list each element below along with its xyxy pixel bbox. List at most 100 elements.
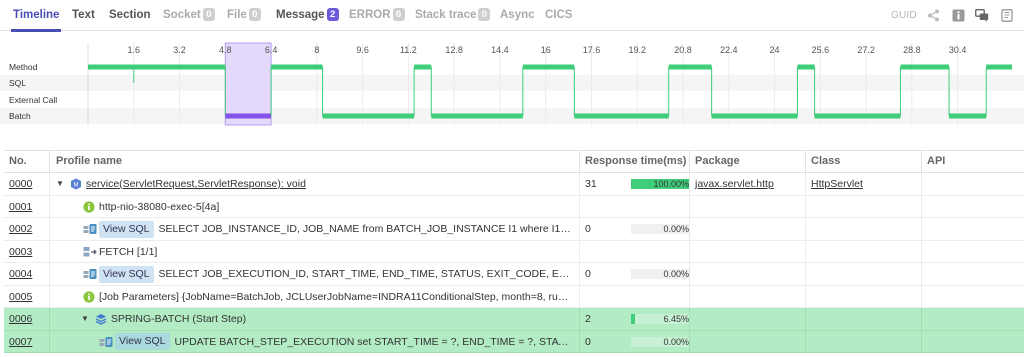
- row-number-link[interactable]: 0003: [9, 246, 32, 258]
- row-number-link[interactable]: 0001: [9, 201, 32, 213]
- column-header-api[interactable]: API: [922, 151, 1024, 172]
- profile-name-content: View SQL UPDATE BATCH_STEP_EXECUTION set …: [99, 331, 571, 353]
- tab-label: Message: [276, 9, 325, 21]
- tab-cics[interactable]: CICS: [545, 0, 572, 31]
- profile-name-text: SELECT JOB_INSTANCE_ID, JOB_NAME from BA…: [158, 223, 572, 235]
- table-row[interactable]: 0000 ▼ Mservice(ServletRequest,ServletResp…: [4, 173, 1024, 196]
- response-time-value: 0: [585, 268, 591, 280]
- timeline-row-label: Method: [9, 62, 38, 72]
- tab-label: Stack trace: [415, 9, 477, 21]
- response-time-value: 0: [585, 335, 591, 348]
- table-row[interactable]: 0007 View SQL UPDATE BATCH_STEP_EXECUTION …: [4, 330, 1024, 353]
- column-header-response-time[interactable]: Response time(ms): [580, 151, 690, 172]
- row-number-link[interactable]: 0006: [9, 313, 32, 325]
- column-header-package[interactable]: Package: [690, 151, 806, 172]
- tab-text[interactable]: Text: [72, 0, 95, 31]
- view-sql-button[interactable]: View SQL: [115, 333, 170, 350]
- tab-timeline[interactable]: Timeline: [10, 0, 62, 32]
- response-time-cell: [580, 285, 690, 308]
- timeline-tick-label: 28.8: [903, 45, 921, 55]
- api-cell: [922, 286, 1024, 308]
- row-number-link[interactable]: 0000: [9, 178, 32, 190]
- profile-name-text: [Job Parameters] {JobName=BatchJob, JCLU…: [99, 290, 571, 303]
- timeline-selection[interactable]: [224, 42, 272, 126]
- profile-name-text: http-nio-38080-exec-5[4a]: [99, 200, 220, 213]
- table-row[interactable]: 0005 [Job Parameters] {JobName=BatchJob, …: [4, 285, 1024, 308]
- row-number-cell: 0007: [4, 330, 50, 353]
- response-time-bar: 0.00%: [631, 336, 689, 347]
- package-link[interactable]: javax.servlet.http: [695, 178, 774, 190]
- timeline-row-label: SQL: [9, 78, 26, 88]
- column-header-no[interactable]: No.: [4, 151, 50, 172]
- api-cell: [922, 173, 1024, 195]
- timeline-tick-label: 17.6: [583, 45, 601, 55]
- table-row[interactable]: 0004 View SQL SELECT JOB_EXECUTION_ID, STA…: [4, 263, 1024, 286]
- share-icon[interactable]: [927, 9, 940, 22]
- timeline-row-label: External Call: [9, 95, 57, 105]
- response-time-cell: 0 0.00%: [580, 263, 690, 285]
- fetch-icon: [83, 246, 97, 258]
- row-number-link[interactable]: 0002: [9, 223, 32, 235]
- table-row[interactable]: 0001 http-nio-38080-exec-5[4a]: [4, 195, 1024, 218]
- api-cell: [922, 263, 1024, 285]
- timeline-tick-label: 30.4: [949, 45, 967, 55]
- tab-section[interactable]: Section: [109, 0, 151, 31]
- api-cell: [922, 218, 1024, 240]
- tab-file[interactable]: File 0: [227, 0, 261, 31]
- tab-async[interactable]: Async: [500, 0, 535, 31]
- response-time-bar: 100.00%: [631, 179, 689, 189]
- timeline-tick-label: 11.2: [400, 45, 417, 55]
- response-time-bar: 6.45%: [631, 314, 689, 324]
- profile-name-cell: http-nio-38080-exec-5[4a]: [50, 195, 580, 218]
- api-cell: [922, 196, 1024, 218]
- comments-icon[interactable]: [974, 8, 989, 22]
- timeline-canvas[interactable]: 1.6 3.2 4.8 6.4 8 9.6 11.2 12.8 14.4 16 17.6 19.2 20…: [0, 31, 1024, 128]
- timeline-tick-label: 6.4: [265, 45, 278, 55]
- response-time-bar-fill: [631, 314, 635, 324]
- profile-name-content: ▼ SPRING-BATCH (Start Step): [81, 308, 571, 330]
- tab-label: File: [227, 9, 247, 21]
- guid-button[interactable]: GUID: [891, 0, 917, 31]
- timeline-chart[interactable]: 1.6 3.2 4.8 6.4 8 9.6 11.2 12.8 14.4 16 17.6 19.2 20…: [0, 31, 1024, 128]
- response-time-bar: 0.00%: [631, 224, 689, 234]
- info-icon: [83, 200, 95, 213]
- expand-caret[interactable]: ▼: [56, 173, 64, 195]
- row-number-link[interactable]: 0004: [9, 268, 32, 280]
- tab-socket[interactable]: Socket 0: [163, 0, 215, 31]
- class-cell: [806, 308, 922, 330]
- timeline-tick-label: 25.6: [812, 45, 830, 55]
- package-cell: [690, 308, 806, 330]
- row-number-link[interactable]: 0005: [9, 291, 32, 303]
- expand-caret[interactable]: ▼: [81, 308, 89, 330]
- class-cell: [806, 330, 922, 353]
- timeline-row-label: Batch: [9, 111, 31, 121]
- timeline-tick-label: 27.2: [857, 45, 875, 55]
- table-row[interactable]: 0002 View SQL SELECT JOB_INSTANCE_ID, JOB_…: [4, 218, 1024, 241]
- row-number-cell: 0005: [4, 285, 50, 308]
- table-row[interactable]: 0006 ▼ SPRING-BATCH (Start Step) 2 6.45%: [4, 308, 1024, 331]
- sql-icon: [83, 268, 97, 280]
- row-number-cell: 0006: [4, 308, 50, 330]
- profile-name-content: ▼ Mservice(ServletRequest,ServletResponse…: [56, 173, 571, 195]
- view-sql-button[interactable]: View SQL: [99, 265, 154, 283]
- response-time-cell: 31 100.00%: [580, 173, 690, 195]
- class-cell: [806, 195, 922, 218]
- view-sql-button[interactable]: View SQL: [99, 220, 154, 238]
- response-time-value: 0: [585, 223, 591, 235]
- column-header-class[interactable]: Class: [806, 151, 922, 172]
- profile-name-text[interactable]: service(ServletRequest,ServletResponse):…: [86, 173, 306, 195]
- table-row[interactable]: 0003 FETCH [1/1]: [4, 240, 1024, 263]
- tab-stack-trace[interactable]: Stack trace 0: [415, 0, 491, 31]
- info-icon: [83, 290, 95, 303]
- book-icon[interactable]: [1001, 9, 1014, 22]
- class-link[interactable]: HttpServlet: [811, 178, 863, 190]
- info-icon[interactable]: [952, 9, 965, 22]
- profile-name-cell: View SQL SELECT JOB_EXECUTION_ID, START_T…: [50, 263, 580, 285]
- tab-error[interactable]: ERROR 0: [349, 0, 405, 31]
- column-header-profile-name[interactable]: Profile name: [50, 151, 580, 172]
- tab-label: Async: [500, 9, 535, 21]
- row-number-link[interactable]: 0007: [9, 336, 32, 348]
- package-cell: [690, 218, 806, 240]
- tab-message[interactable]: Message 2: [276, 0, 339, 31]
- count-badge: 0: [248, 8, 261, 21]
